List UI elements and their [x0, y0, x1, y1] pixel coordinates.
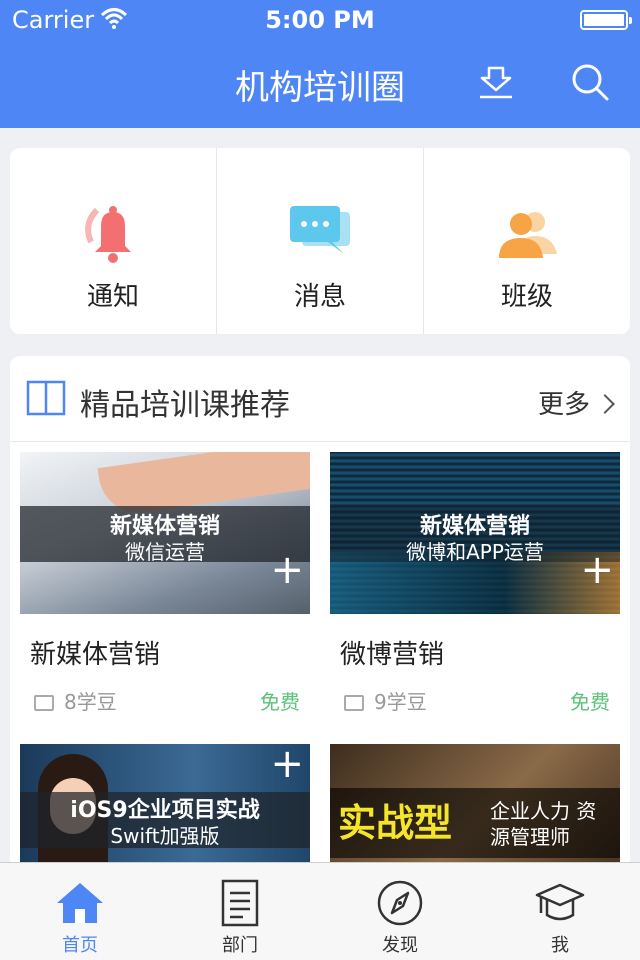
beans-label: 9学豆: [374, 690, 427, 714]
course-title: 微博营销: [340, 640, 445, 670]
tab-me[interactable]: 我: [480, 863, 640, 960]
course-subbanner: 微博和APP运营: [406, 540, 544, 564]
course-beans: 8学豆: [34, 686, 117, 715]
tab-label: 部门: [222, 935, 258, 956]
navigation-bar: Carrier 5:00 PM 机构培训圈: [0, 0, 640, 128]
price-badge: 免费: [260, 690, 300, 714]
graduation-cap-icon: [535, 883, 585, 921]
home-icon: [57, 883, 103, 923]
book-icon: [26, 380, 66, 416]
quick-message[interactable]: 消息: [217, 148, 424, 334]
course-thumbnail: 新媒体营销 微信运营 +: [20, 452, 310, 614]
course-thumbnail: 实战型 企业人力 资源管理师: [330, 744, 620, 876]
course-subbanner: 企业人力 资源管理师: [490, 799, 597, 849]
quick-label: 班级: [500, 282, 553, 312]
people-icon: [499, 212, 557, 258]
course-banner: 实战型: [338, 801, 453, 845]
course-subbanner: Swift加强版: [110, 824, 220, 848]
course-thumbnail: iOS9企业项目实战 Swift加强版 +: [20, 744, 310, 876]
plus-decoration: +: [270, 547, 304, 593]
quick-label: 消息: [293, 282, 346, 312]
search-icon[interactable]: [570, 62, 610, 102]
tab-label: 发现: [382, 935, 418, 956]
more-label: 更多: [537, 390, 590, 420]
recommended-courses: 精品培训课推荐 更多 新媒体营销 微信运营 + 新媒体营销 8学豆 免费 新媒体…: [10, 356, 630, 876]
price-badge: 免费: [570, 690, 610, 714]
quick-actions: 通知 消息 班级: [10, 148, 630, 334]
course-title: 新媒体营销: [30, 640, 161, 670]
tab-label: 我: [551, 935, 569, 956]
quick-class[interactable]: 班级: [424, 148, 630, 334]
document-icon: [221, 879, 259, 927]
battery-icon: [580, 10, 632, 30]
more-link[interactable]: 更多: [537, 384, 615, 421]
course-card[interactable]: 新媒体营销 微博和APP运营 + 微博营销 9学豆 免费: [330, 452, 620, 714]
bell-icon: [85, 206, 131, 263]
tab-bar: 首页 部门 发现 我: [0, 862, 640, 960]
beans-label: 8学豆: [64, 690, 117, 714]
download-icon[interactable]: [476, 62, 516, 102]
course-thumbnail: 新媒体营销 微博和APP运营 +: [330, 452, 620, 614]
quick-label: 通知: [86, 282, 139, 312]
section-title: 精品培训课推荐: [80, 388, 290, 423]
tab-home[interactable]: 首页: [0, 863, 160, 960]
course-card[interactable]: iOS9企业项目实战 Swift加强版 +: [20, 744, 310, 876]
chat-icon: [290, 206, 350, 254]
tab-department[interactable]: 部门: [160, 863, 320, 960]
course-card[interactable]: 新媒体营销 微信运营 + 新媒体营销 8学豆 免费: [20, 452, 310, 714]
course-subbanner: 微信运营: [125, 540, 205, 564]
plus-decoration: +: [580, 547, 614, 593]
clock: 5:00 PM: [265, 6, 375, 34]
status-bar: Carrier 5:00 PM: [0, 0, 640, 40]
page-title: 机构培训圈: [235, 68, 405, 108]
tab-label: 首页: [62, 935, 98, 956]
compass-icon: [377, 880, 423, 926]
quick-notification[interactable]: 通知: [10, 148, 217, 334]
section-header: 精品培训课推荐 更多: [10, 356, 630, 442]
course-beans: 9学豆: [344, 686, 427, 715]
course-card[interactable]: 实战型 企业人力 资源管理师: [330, 744, 620, 876]
tab-discover[interactable]: 发现: [320, 863, 480, 960]
plus-decoration: +: [270, 744, 304, 787]
folder-icon: [344, 695, 364, 711]
folder-icon: [34, 695, 54, 711]
chevron-right-icon: [595, 394, 615, 414]
